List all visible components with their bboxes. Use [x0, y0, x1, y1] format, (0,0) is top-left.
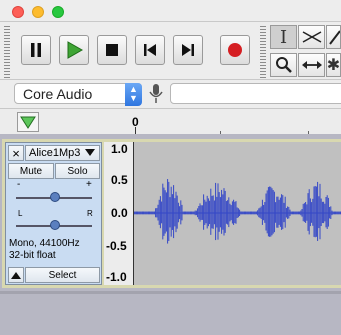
scale-label: -1.0 — [106, 270, 127, 284]
bottom-scroll-area[interactable] — [0, 291, 341, 294]
waveform-display[interactable] — [134, 142, 341, 285]
waveform — [134, 179, 341, 244]
microphone-icon — [148, 83, 164, 105]
pause-button[interactable] — [21, 35, 51, 65]
play-icon — [67, 41, 83, 59]
pan-slider[interactable] — [16, 219, 92, 233]
close-window-button[interactable] — [12, 6, 24, 18]
recording-device-select[interactable] — [170, 83, 341, 104]
stop-icon — [106, 44, 118, 56]
gain-slider-thumb[interactable] — [50, 192, 60, 202]
skip-to-end-icon — [182, 44, 194, 56]
pan-slider-thumb[interactable] — [50, 220, 60, 230]
envelope-tool[interactable] — [298, 25, 325, 49]
ruler-tick-label: 0 — [132, 115, 139, 129]
tools-grip[interactable] — [260, 26, 266, 78]
toolbar-divider-2 — [0, 79, 341, 80]
gain-slider[interactable] — [16, 191, 92, 205]
track-format-rate: Mono, 44100Hz — [9, 238, 80, 249]
triangle-down-icon — [20, 116, 36, 129]
scale-label: 0.5 — [111, 173, 128, 187]
track-name-menu[interactable]: Alice1Mp3 — [25, 145, 100, 161]
asterisk-icon: ✱ — [326, 57, 341, 74]
tools-toolbar: I ✱ — [270, 25, 341, 80]
multi-tool[interactable]: ✱ — [326, 53, 341, 77]
envelope-icon — [302, 31, 321, 43]
maximize-window-button[interactable] — [52, 6, 64, 18]
track-format-bits: 32-bit float — [9, 250, 56, 261]
solo-button[interactable]: Solo — [55, 163, 100, 179]
track-control-panel: × Alice1Mp3 Mute Solo - + L R Mono, 4410… — [5, 142, 102, 285]
audio-host-value: Core Audio — [23, 86, 93, 102]
i-beam-icon: I — [279, 26, 288, 48]
dropdown-arrows-icon: ▲ ▼ — [125, 83, 142, 106]
chevron-down-icon — [85, 149, 95, 156]
toolbar-divider — [0, 21, 341, 22]
draw-tool[interactable] — [326, 25, 341, 49]
ruler-track: 0 — [44, 109, 341, 135]
triangle-up-icon — [11, 271, 21, 279]
play-button[interactable] — [59, 35, 89, 65]
pause-icon — [31, 43, 41, 57]
mute-button[interactable]: Mute — [8, 163, 54, 179]
skip-to-end-button[interactable] — [173, 35, 203, 65]
collapse-track-button[interactable] — [8, 267, 24, 283]
record-icon — [228, 43, 242, 57]
record-button[interactable] — [220, 35, 250, 65]
scale-label: -0.5 — [106, 239, 127, 253]
vertical-ruler[interactable]: 1.0 0.5 0.0 -0.5 -1.0 — [104, 142, 134, 285]
selection-tool[interactable]: I — [270, 25, 297, 49]
timeline-ruler[interactable]: 0 — [0, 108, 341, 135]
select-track-button[interactable]: Select — [25, 267, 100, 283]
stop-button[interactable] — [97, 35, 127, 65]
zoom-tool[interactable] — [270, 53, 297, 77]
select-label: Select — [48, 269, 77, 281]
minimize-window-button[interactable] — [32, 6, 44, 18]
mute-label: Mute — [19, 165, 43, 177]
skip-to-start-button[interactable] — [135, 35, 165, 65]
pan-right-label: R — [87, 209, 93, 218]
time-shift-tool[interactable] — [298, 53, 325, 77]
magnifier-icon — [275, 57, 292, 73]
play-head-button[interactable] — [17, 112, 39, 132]
track-name: Alice1Mp3 — [29, 147, 81, 159]
track-close-button[interactable]: × — [8, 145, 24, 161]
time-shift-icon — [301, 61, 322, 69]
scale-label: 0.0 — [111, 206, 128, 220]
toolbar-grip[interactable] — [4, 26, 10, 78]
gain-min-label: - — [17, 179, 21, 190]
scale-label: 1.0 — [111, 142, 128, 156]
close-icon: × — [12, 145, 20, 161]
solo-label: Solo — [67, 165, 88, 177]
gain-max-label: + — [86, 179, 92, 190]
audio-host-select[interactable]: Core Audio ▲ ▼ — [14, 83, 142, 106]
pan-left-label: L — [18, 209, 23, 218]
pencil-icon — [328, 30, 340, 45]
skip-to-start-icon — [144, 44, 156, 56]
